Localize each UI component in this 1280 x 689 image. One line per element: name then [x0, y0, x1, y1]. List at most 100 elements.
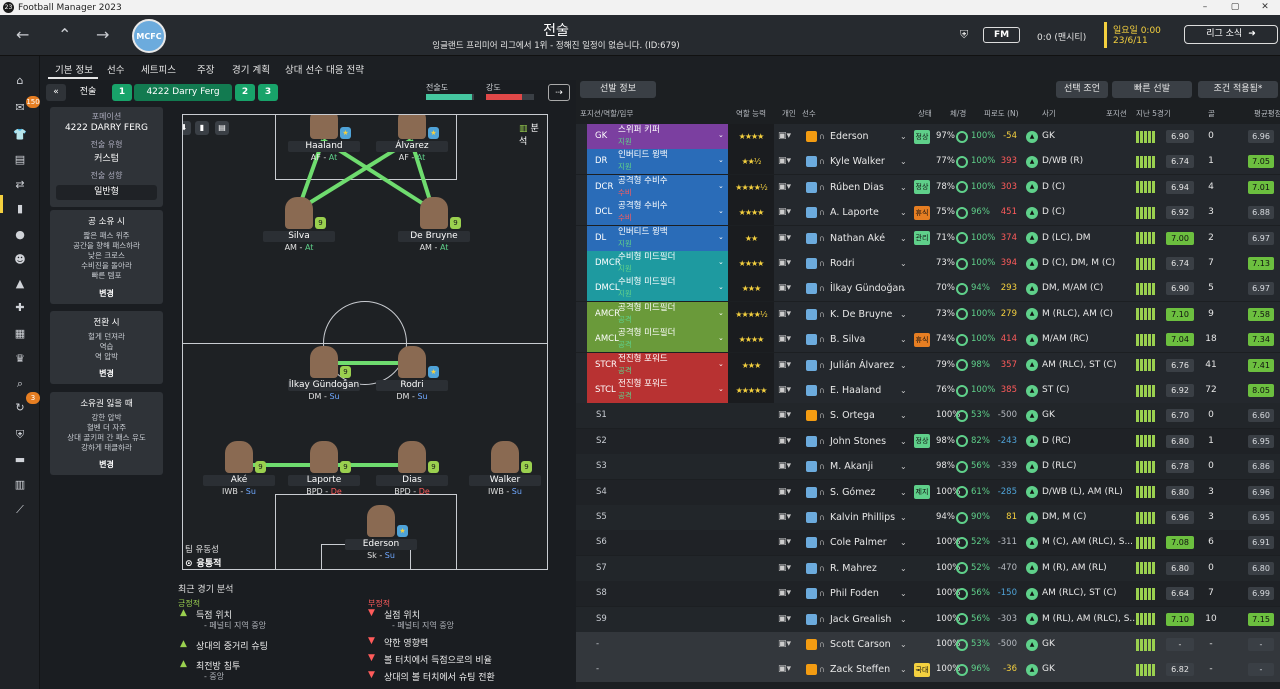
score-label[interactable]: 0:0 (맨시티) [1037, 30, 1086, 43]
column-header[interactable]: 개인 [782, 108, 796, 119]
nav-calendar-icon[interactable]: ▦ [12, 327, 28, 341]
nav-chart-icon[interactable]: ⟋ [12, 503, 28, 517]
player-dropdown-icon[interactable]: ⌄ [900, 124, 907, 149]
role-dropdown-icon[interactable]: ⌄ [718, 283, 724, 291]
player-dropdown-icon[interactable]: ⌄ [900, 378, 907, 403]
nav-clipboard-icon[interactable]: ▤ [12, 153, 28, 167]
duty-name[interactable]: 수비 [618, 187, 632, 199]
role-dropdown-icon[interactable]: ⌄ [718, 360, 724, 368]
individual-instructions-icon[interactable]: ▣▾ [778, 124, 791, 149]
player-name[interactable]: Nathan Aké [830, 226, 885, 251]
column-header[interactable]: 피로도 (N) [984, 108, 1019, 119]
player-dropdown-icon[interactable]: ⌄ [900, 175, 907, 200]
style-select[interactable]: 커스텀 [50, 151, 163, 164]
player-dropdown-icon[interactable]: ⌄ [900, 530, 907, 555]
player-dropdown-icon[interactable]: ⌄ [900, 302, 907, 327]
duty-name[interactable]: 공격 [618, 339, 632, 351]
pitch-player[interactable]: ★ Álvarez AF - At [376, 115, 448, 169]
player-name[interactable]: Rúben Dias [830, 175, 884, 200]
individual-instructions-icon[interactable]: ▣▾ [778, 556, 791, 581]
player-name[interactable]: Ederson [830, 124, 869, 149]
nav-ball-icon[interactable]: ● [12, 228, 28, 242]
role-dropdown-icon[interactable]: ⌄ [718, 385, 724, 393]
pitch-player[interactable]: 9 De Bruyne AM - At [398, 197, 470, 259]
tactic-formation-name[interactable]: 4222 Darry Ferg [134, 84, 232, 101]
player-name[interactable]: E. Haaland [830, 378, 881, 403]
pitch-player[interactable]: 9 Walker IWB - Su [469, 441, 541, 503]
tab-1[interactable]: 선수 [107, 62, 124, 76]
tactic-slot-3[interactable]: 3 [258, 84, 278, 101]
individual-instructions-icon[interactable]: ▣▾ [778, 632, 791, 657]
player-dropdown-icon[interactable]: ⌄ [900, 556, 907, 581]
club-shield-icon[interactable]: ⛨ [960, 28, 968, 42]
player-name[interactable]: K. De Bruyne [830, 302, 892, 327]
squad-row[interactable]: S5 ▣▾ ∩ Kalvin Phillips ⌄ 94% 90% 81 ▲ DM, M (C) 6… [576, 505, 1280, 530]
nav-data-icon[interactable]: ▥ [12, 478, 28, 492]
close-icon[interactable]: ✕ [1250, 0, 1280, 15]
player-dropdown-icon[interactable]: ⌄ [900, 251, 907, 276]
fm-button[interactable]: FM [983, 27, 1020, 43]
player-name[interactable]: Zack Steffen [830, 657, 890, 682]
nav-kit-icon[interactable]: 👕 [12, 128, 28, 142]
nav-scouting-icon[interactable]: ☻ [12, 253, 28, 267]
role-dropdown-icon[interactable]: ⌄ [718, 258, 724, 266]
nav-transfer-icon[interactable]: ⇄ [12, 178, 28, 192]
individual-instructions-icon[interactable]: ▣▾ [778, 378, 791, 403]
nav-home-icon[interactable]: ⌂ [12, 74, 28, 88]
squad-row[interactable]: S8 ▣▾ ∩ Phil Foden ⌄ 100% 56% -150 ▲ AM (RLC), ST… [576, 581, 1280, 607]
player-dropdown-icon[interactable]: ⌄ [900, 480, 907, 505]
player-name[interactable]: Kalvin Phillips [830, 505, 895, 530]
duty-name[interactable]: 지원 [618, 238, 632, 250]
column-header[interactable]: 역할 능력 [736, 108, 766, 119]
individual-instructions-icon[interactable]: ▣▾ [778, 454, 791, 479]
nav-medical-icon[interactable]: ✚ [12, 301, 28, 315]
formation-select[interactable]: 4222 DARRY FERG [50, 123, 163, 133]
individual-instructions-icon[interactable]: ▣▾ [778, 505, 791, 530]
individual-instructions-icon[interactable]: ▣▾ [778, 353, 791, 378]
player-name[interactable]: Phil Foden [830, 581, 879, 606]
squad-row[interactable]: DMCL 수비형 미드필더 지원 ⌄ ★★★ ▣▾ ∩ İlkay Gündoğan ⌄ 70% 9… [576, 276, 1280, 302]
squad-row[interactable]: DCR 공격형 수비수 수비 ⌄ ★★★★½ ▣▾ ∩ Rúben Dias ⌄ 정상 78% 100… [576, 174, 1280, 200]
individual-instructions-icon[interactable]: ▣▾ [778, 276, 791, 301]
squad-row[interactable]: DL 인버티드 윙백 지원 ⌄ ★★ ▣▾ ∩ Nathan Aké ⌄ 관리 71% 100% 374… [576, 225, 1280, 251]
role-dropdown-icon[interactable]: ⌄ [718, 309, 724, 317]
squad-row[interactable]: DR 인버티드 윙백 지원 ⌄ ★★½ ▣▾ ∩ Kyle Walker ⌄ 77% 100% 393… [576, 149, 1280, 175]
player-dropdown-icon[interactable]: ⌄ [900, 581, 907, 606]
player-dropdown-icon[interactable]: ⌄ [900, 657, 907, 682]
individual-instructions-icon[interactable]: ▣▾ [778, 429, 791, 454]
column-header[interactable]: 포지션/역할/임무 [580, 108, 633, 119]
nav-finance-icon[interactable]: ▬ [12, 453, 28, 467]
player-dropdown-icon[interactable]: ⌄ [900, 149, 907, 174]
out-possession-panel-change-button[interactable]: 변경 [50, 459, 163, 470]
duty-name[interactable]: 공격 [618, 390, 632, 402]
column-header[interactable]: 포지션 [1106, 108, 1127, 119]
pitch-player[interactable]: 9 Laporte BPD - De [288, 441, 360, 503]
role-dropdown-icon[interactable]: ⌄ [718, 233, 724, 241]
squad-row[interactable]: S6 ▣▾ ∩ Cole Palmer ⌄ 100% 52% -311 ▲ M (C), AM (… [576, 530, 1280, 556]
individual-instructions-icon[interactable]: ▣▾ [778, 226, 791, 251]
pitch-player[interactable]: 9 Silva AM - At [263, 197, 335, 259]
squad-row[interactable]: S7 ▣▾ ∩ R. Mahrez ⌄ 100% 52% -470 ▲ M (R), AM (RL… [576, 555, 1280, 581]
pitch-player[interactable]: 9 Aké IWB - Su [203, 441, 275, 503]
squad-row[interactable]: S4 ▣▾ ∩ S. Gómez ⌄ 제지 100% 61% -285 ▲ D/WB (L), AM… [576, 479, 1280, 505]
league-news-button[interactable]: 리그 소식 ➜ [1184, 25, 1278, 44]
squad-row[interactable]: AMCR 공격형 미드필더 공격 ⌄ ★★★★½ ▣▾ ∩ K. De Bruyne ⌄ 73% 1… [576, 301, 1280, 327]
player-name[interactable]: Julián Álvarez [830, 353, 894, 378]
role-dropdown-icon[interactable]: ⌄ [718, 182, 724, 190]
role-dropdown-icon[interactable]: ⌄ [718, 156, 724, 164]
individual-instructions-icon[interactable]: ▣▾ [778, 251, 791, 276]
player-dropdown-icon[interactable]: ⌄ [900, 353, 907, 378]
squad-row[interactable]: AMCL 공격형 미드필더 공격 ⌄ ★★★★ ▣▾ ∩ B. Silva ⌄ 휴식 74% 100%… [576, 327, 1280, 353]
column-header[interactable]: 선수 [802, 108, 816, 119]
player-dropdown-icon[interactable]: ⌄ [900, 226, 907, 251]
individual-instructions-icon[interactable]: ▣▾ [778, 302, 791, 327]
player-name[interactable]: A. Laporte [830, 200, 879, 225]
squad-row[interactable]: DCL 공격형 수비수 수비 ⌄ ★★★★ ▣▾ ∩ A. Laporte ⌄ 휴식 75% 96% 4… [576, 200, 1280, 226]
tab-0[interactable]: 기본 정보 [55, 62, 93, 76]
maximize-icon[interactable]: ▢ [1220, 0, 1250, 15]
transition-panel-change-button[interactable]: 변경 [50, 368, 163, 379]
squad-row[interactable]: - ▣▾ ∩ Zack Steffen ⌄ 국대 100% 96% -36 ▲ GK 6.82- - [576, 657, 1280, 683]
player-dropdown-icon[interactable]: ⌄ [900, 454, 907, 479]
player-name[interactable]: S. Ortega [830, 403, 875, 428]
pitch-player[interactable]: ★ Haaland AF - At [288, 115, 360, 169]
